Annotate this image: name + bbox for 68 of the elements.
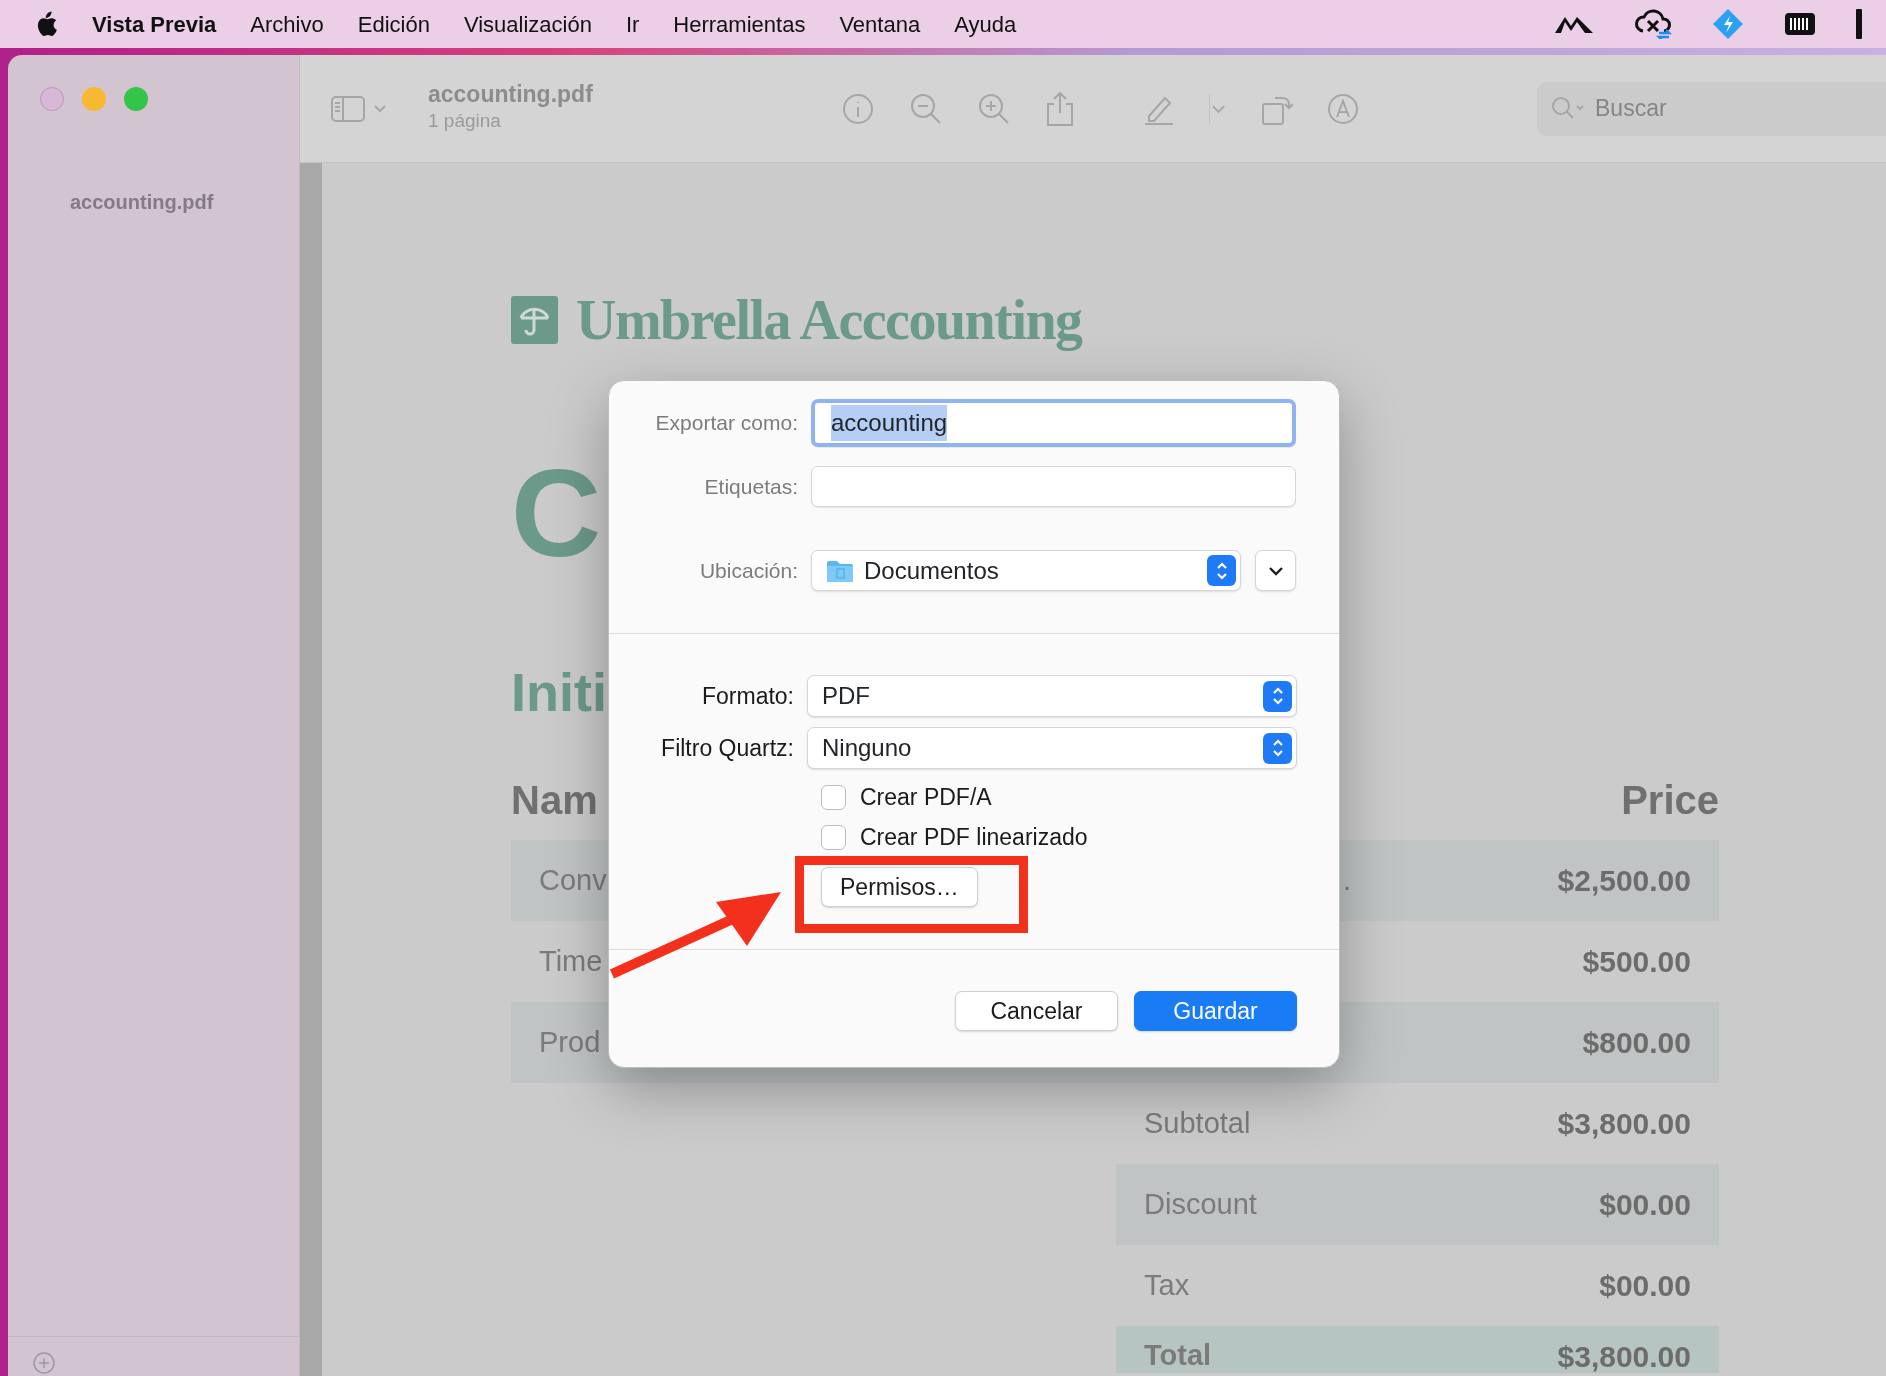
summary-label: Subtotal	[1144, 1105, 1251, 1141]
document-heading: C	[511, 450, 602, 575]
input-field[interactable]: accounting	[811, 399, 1296, 447]
zoom-in-icon[interactable]	[976, 91, 1011, 126]
menu-item[interactable]: Visualización	[463, 7, 592, 41]
menu-item[interactable]: Edición	[357, 7, 430, 41]
menu-item[interactable]: Ventana	[839, 7, 921, 41]
column-header: Price	[1621, 780, 1719, 820]
diamond-icon[interactable]	[1712, 8, 1744, 40]
info-icon[interactable]	[840, 91, 875, 126]
chevron-down-icon	[1267, 564, 1284, 577]
field-label: Formato:	[700, 681, 795, 711]
table-cell: Conv	[539, 863, 607, 896]
share-icon[interactable]	[1044, 90, 1075, 127]
cloud-sync-icon[interactable]	[1634, 9, 1672, 39]
field-label: Exportar como:	[654, 410, 799, 437]
price-cell-text: $800.00	[1582, 1025, 1691, 1061]
zoom-button[interactable]	[124, 87, 148, 111]
summary-value: $3,800.00	[1557, 1106, 1691, 1142]
checkbox[interactable]	[821, 824, 846, 850]
app-menu[interactable]: Vista Previa	[92, 7, 217, 41]
summary-label: Total	[1144, 1338, 1212, 1373]
summary-value: $3,800.00	[1557, 1339, 1691, 1375]
price-cell-text: $500.00	[1582, 944, 1691, 980]
stepper-icon	[1270, 737, 1285, 759]
popup-menu[interactable]: Ninguno	[807, 727, 1297, 769]
summary-value: $00.00	[1599, 1187, 1691, 1223]
checkbox[interactable]	[821, 784, 846, 810]
save-button[interactable]: Guardar	[1134, 991, 1297, 1031]
battery-icon[interactable]	[1784, 12, 1816, 36]
folder-icon	[826, 558, 854, 583]
add-icon[interactable]	[32, 1351, 56, 1375]
zoom-out-icon[interactable]	[908, 91, 943, 126]
menu-extra-icon[interactable]	[1856, 9, 1862, 39]
checkbox-label: Crear PDF/A	[860, 782, 992, 812]
location-popup[interactable]: Documentos	[811, 550, 1241, 591]
field-label: Ubicación:	[698, 557, 799, 584]
price-cell-text: $2,500.00	[1557, 863, 1691, 899]
field-label: Filtro Quartz:	[660, 733, 795, 763]
cancel-button[interactable]: Cancelar	[955, 991, 1118, 1031]
input-field[interactable]	[811, 466, 1296, 507]
checkbox-label: Crear PDF linearizado	[860, 822, 1088, 852]
close-button[interactable]	[40, 87, 64, 111]
table-cell: Prod	[539, 1025, 601, 1058]
markup-icon[interactable]	[1326, 92, 1359, 125]
stepper-icon	[1270, 685, 1285, 707]
chevron-down-icon[interactable]	[1208, 93, 1227, 124]
menu-item[interactable]: Archivo	[250, 7, 324, 41]
menu-item[interactable]: Herramientas	[673, 7, 806, 41]
document-title: accounting.pdf	[428, 81, 593, 107]
permissions-button[interactable]: Permisos…	[821, 867, 978, 907]
field-label: Etiquetas:	[703, 473, 799, 500]
brand-name: Umbrella Acccounting	[576, 288, 1082, 353]
page-count: 1 página	[428, 108, 502, 133]
column-header: Nam	[511, 780, 598, 820]
summary-value: $00.00	[1599, 1268, 1691, 1304]
table-cell-text: .	[1343, 862, 1352, 898]
sidebar-toggle-icon[interactable]	[330, 93, 388, 124]
menu-item[interactable]: Ir	[625, 7, 640, 41]
popup-menu[interactable]: PDF	[807, 675, 1297, 717]
minimize-button[interactable]	[82, 87, 106, 111]
summary-label: Tax	[1144, 1267, 1190, 1303]
umbrella-logo-icon	[511, 296, 558, 344]
expand-button[interactable]	[1255, 550, 1296, 591]
section-heading: Initi	[511, 665, 607, 719]
menu-item[interactable]: Ayuda	[954, 7, 1017, 41]
table-cell: Time	[539, 944, 603, 977]
summary-label: Discount	[1144, 1186, 1257, 1222]
